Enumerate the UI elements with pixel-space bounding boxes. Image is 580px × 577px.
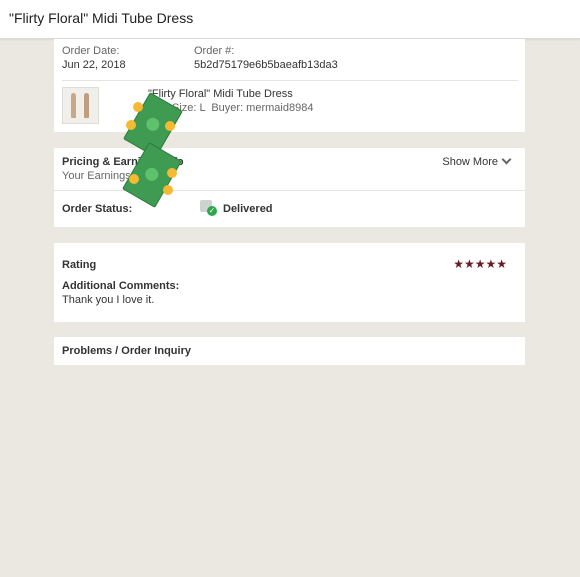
model-figure-1 xyxy=(71,93,76,118)
item-meta: Size: L Buyer: mermaid8984 xyxy=(172,102,314,114)
earnings-label: Your Earnings: xyxy=(62,170,134,182)
pricing-card: Pricing & Earnings Info Your Earnings: S… xyxy=(54,148,525,227)
show-more-button[interactable]: Show More xyxy=(442,154,512,168)
order-date-label: Order Date: xyxy=(62,45,120,57)
item-thumbnail[interactable] xyxy=(62,87,99,124)
model-figure-2 xyxy=(84,93,89,118)
pricing-title: Pricing & Earnings Info xyxy=(62,156,184,168)
check-icon: ✓ xyxy=(207,206,217,216)
problems-card[interactable]: Problems / Order Inquiry xyxy=(54,337,525,365)
order-number-value: 5b2d75179e6b5baeafb13da3 xyxy=(194,59,338,71)
problems-link[interactable]: Problems / Order Inquiry xyxy=(62,345,191,357)
rating-stars: ★★★★★ xyxy=(453,255,507,273)
delivered-icon: ✓ xyxy=(200,200,218,216)
show-more-label: Show More xyxy=(442,156,498,168)
comments-label: Additional Comments: xyxy=(62,280,180,292)
page-title: "Flirty Floral" Midi Tube Dress xyxy=(9,10,194,26)
divider xyxy=(54,190,525,191)
chevron-down-icon xyxy=(501,154,512,165)
rating-title: Rating xyxy=(62,259,97,271)
divider xyxy=(62,80,518,81)
order-status-value: Delivered xyxy=(223,203,273,215)
item-title[interactable]: "Flirty Floral" Midi Tube Dress xyxy=(148,88,293,100)
comments-value: Thank you I love it. xyxy=(62,294,155,306)
order-number-label: Order #: xyxy=(194,45,235,57)
star-icons: ★★★★★ xyxy=(453,257,507,271)
top-bar: "Flirty Floral" Midi Tube Dress xyxy=(0,0,580,39)
order-details-card: Order Date: Jun 22, 2018 Order #: 5b2d75… xyxy=(54,39,525,132)
order-status-label: Order Status: xyxy=(62,203,133,215)
order-date-value: Jun 22, 2018 xyxy=(62,59,126,71)
rating-card: Rating ★★★★★ Additional Comments: Thank … xyxy=(54,243,525,322)
